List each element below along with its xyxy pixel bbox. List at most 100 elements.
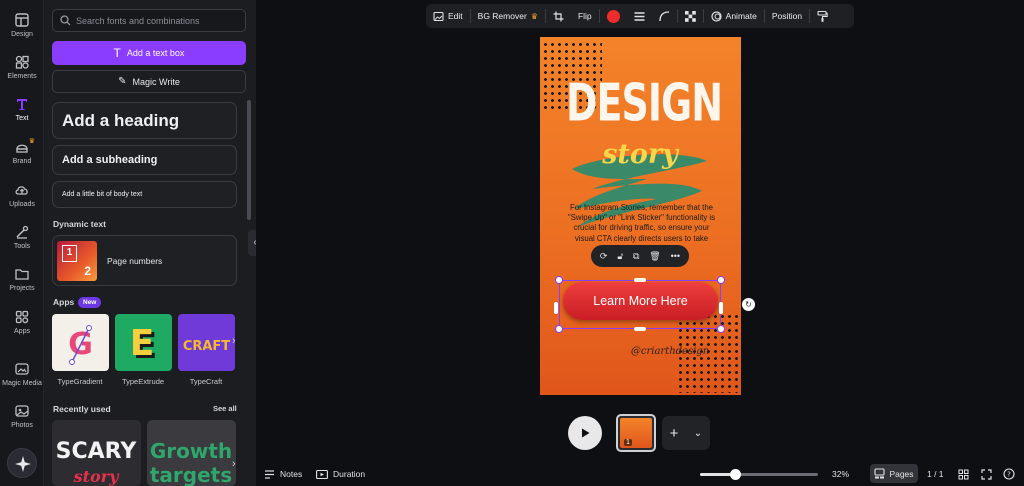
zoom-slider-knob[interactable] — [730, 469, 741, 480]
text-icon — [17, 99, 27, 110]
zoom-slider[interactable] — [700, 469, 818, 480]
svg-text:story: story — [73, 467, 121, 486]
add-body-text-button[interactable]: Add a little bit of body text — [52, 181, 237, 208]
rail-label: Magic Media — [2, 380, 42, 387]
rail-item-projects[interactable]: Projects — [0, 266, 44, 292]
resize-handle-bottom-right[interactable] — [717, 325, 725, 333]
app-typeextrude[interactable]: E E — [115, 314, 172, 371]
design-title[interactable]: DESIGN — [566, 73, 723, 132]
position-button[interactable]: Position — [765, 4, 809, 28]
transparency-button[interactable] — [678, 4, 703, 28]
animate-label: Animate — [725, 11, 757, 21]
search-input[interactable] — [75, 15, 245, 26]
play-button[interactable] — [568, 416, 602, 450]
see-all-link[interactable]: See all — [213, 404, 237, 413]
bottom-bar: Notes Duration 32% Pages 1 / 1 ? — [256, 462, 1024, 486]
add-text-box-button[interactable]: T Add a text box — [52, 41, 246, 65]
crop-button[interactable] — [546, 4, 571, 28]
pages-button[interactable]: Pages — [870, 464, 918, 483]
app-typecraft[interactable]: CRAFT — [178, 314, 235, 371]
rail-label: Design — [11, 31, 33, 38]
more-icon[interactable]: ••• — [671, 251, 680, 261]
delete-icon[interactable]: 🗑︎ — [649, 251, 660, 262]
add-page-icon[interactable]: + — [662, 425, 686, 442]
panel-scrollbar[interactable] — [247, 100, 251, 220]
page-numbers-card[interactable]: 1 2 Page numbers — [52, 235, 237, 286]
rail-label: Elements — [7, 73, 37, 80]
resize-handle-top-right[interactable] — [717, 276, 725, 284]
recent-template-scary[interactable]: SCARY story — [52, 420, 141, 486]
add-subheading-button[interactable]: Add a subheading — [52, 145, 237, 175]
duration-button[interactable]: Duration — [316, 466, 365, 482]
bg-remover-label: BG Remover — [477, 11, 527, 21]
rail-item-uploads[interactable]: Uploads — [0, 182, 44, 208]
page-numbers-label: Page numbers — [107, 256, 163, 266]
lock-icon[interactable]: 🔓︎ — [617, 251, 623, 262]
animate-button[interactable]: Animate — [704, 4, 764, 28]
design-subtitle[interactable]: story — [560, 139, 720, 170]
rail-item-magic-media[interactable]: Magic Media — [0, 361, 44, 387]
recent-next-chevron-icon[interactable]: › — [232, 458, 236, 470]
brand-icon — [16, 144, 28, 153]
font-search[interactable] — [52, 9, 246, 32]
paint-roller-button[interactable] — [810, 4, 835, 28]
notes-icon — [265, 469, 274, 479]
flip-button[interactable]: Flip — [571, 4, 599, 28]
magic-assistant-button[interactable] — [7, 448, 37, 478]
rail-item-text[interactable]: Text — [0, 96, 44, 122]
add-heading-button[interactable]: Add a heading — [52, 102, 237, 139]
edit-label: Edit — [448, 11, 463, 21]
page-numbers-thumbnail: 1 2 — [57, 241, 97, 281]
color-button[interactable] — [600, 4, 627, 28]
notes-button[interactable]: Notes — [264, 466, 302, 482]
svg-text:CRAFT: CRAFT — [183, 339, 230, 354]
app-typegradient[interactable]: G — [52, 314, 109, 371]
page-thumbnail-preview: 1 — [620, 418, 652, 448]
rotate-icon[interactable]: ⟳ — [600, 251, 608, 262]
rail-item-brand[interactable]: ♛ Brand — [0, 138, 44, 165]
bg-remover-button[interactable]: BG Remover ♛ — [471, 4, 545, 28]
corner-rounding-icon — [659, 10, 669, 21]
rotate-handle-icon[interactable]: ↻ — [742, 298, 755, 311]
help-icon[interactable]: ? — [1003, 466, 1015, 482]
canvas-area: Edit BG Remover ♛ Flip Animate Position … — [256, 0, 1024, 486]
rail-item-apps[interactable]: Apps — [0, 309, 44, 335]
page-thumbnail[interactable]: 1 — [616, 414, 656, 452]
heading-label: Add a heading — [62, 110, 180, 130]
apps-heading: Apps — [53, 297, 75, 307]
rail-label: Text — [15, 115, 29, 122]
resize-handle-bottom-left[interactable] — [555, 325, 563, 333]
rail-item-design[interactable]: Design — [0, 12, 44, 38]
animate-icon — [711, 10, 722, 22]
apps-next-chevron-icon[interactable]: › — [232, 335, 236, 347]
grid-view-icon[interactable] — [958, 466, 969, 482]
recent-template-growth[interactable]: Growth targets — [147, 420, 236, 486]
typeextrude-logo: E E — [130, 323, 158, 367]
position-label: Position — [771, 11, 803, 21]
zoom-value[interactable]: 32% — [832, 466, 849, 482]
notes-label: Notes — [280, 469, 303, 479]
svg-text:targets: targets — [150, 463, 232, 486]
duplicate-icon[interactable]: ⧉ — [633, 251, 639, 262]
chevron-down-icon[interactable]: ⌄ — [686, 428, 710, 439]
resize-handle-top[interactable] — [634, 278, 646, 282]
growth-targets-preview: Growth targets — [150, 439, 232, 486]
selection-box[interactable] — [559, 280, 721, 329]
resize-handle-top-left[interactable] — [555, 276, 563, 284]
rail-label: Apps — [14, 328, 30, 335]
sparkle-icon — [15, 456, 31, 472]
magic-write-button[interactable]: ✎ Magic Write — [52, 70, 246, 93]
design-handle-text[interactable]: @criarthdesign — [600, 346, 740, 357]
resize-handle-right[interactable] — [719, 302, 723, 314]
border-style-button[interactable] — [627, 4, 652, 28]
edit-button[interactable]: Edit — [426, 4, 470, 28]
fullscreen-icon[interactable] — [981, 466, 992, 482]
rail-item-photos[interactable]: Photos — [0, 403, 44, 429]
resize-handle-left[interactable] — [554, 302, 558, 314]
resize-handle-bottom[interactable] — [634, 327, 646, 331]
tools-icon — [16, 225, 29, 239]
rail-item-elements[interactable]: Elements — [0, 54, 44, 80]
corner-rounding-button[interactable] — [652, 4, 677, 28]
rail-item-tools[interactable]: Tools — [0, 224, 44, 250]
design-page[interactable]: DESIGN story For Instagram Stories, reme… — [540, 37, 741, 395]
